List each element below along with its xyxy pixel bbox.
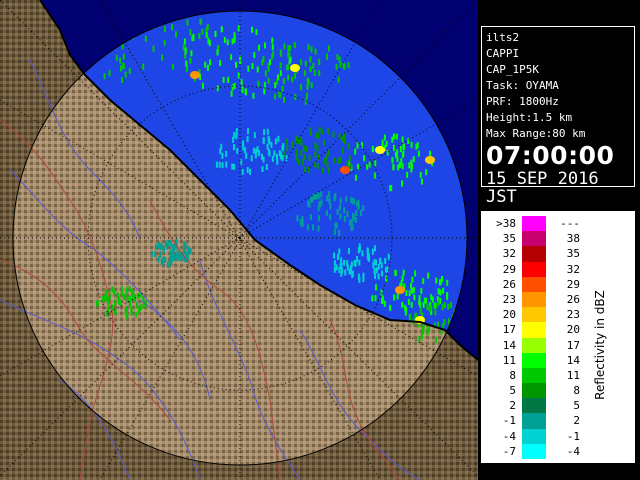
legend-swatch [522, 352, 546, 368]
legend-swatch [522, 291, 546, 308]
legend-row: 26 29 [482, 276, 602, 292]
legend-lower-bound: 23 [502, 292, 516, 306]
legend-row: 29 32 [482, 261, 602, 277]
legend-lower-bound: 2 [509, 399, 516, 413]
side-panel: ilts2 CAPPI CAP_1P5K Task: OYAMA PRF: 18… [478, 0, 640, 480]
legend-swatch [522, 337, 546, 353]
legend-title: Reflectivity in dBZ [593, 290, 607, 400]
legend-row: 32 35 [482, 246, 602, 262]
legend-swatch [522, 261, 546, 277]
legend-upper-bound: -4 [566, 444, 580, 458]
legend-row: 58 [482, 383, 602, 399]
legend-row: 23 26 [482, 291, 602, 308]
legend-upper-bound: 35 [566, 247, 580, 261]
prf-value: PRF: 1800Hz [486, 95, 559, 108]
legend-swatch [522, 276, 546, 292]
legend-lower-bound: -7 [502, 444, 516, 458]
legend-lower-bound: 20 [502, 308, 516, 322]
legend-row: 17 20 [482, 322, 602, 338]
radar-name: ilts2 [486, 31, 520, 44]
legend-row: 25 [482, 398, 602, 414]
task-name: Task: OYAMA [486, 79, 559, 92]
legend-upper-bound: 23 [566, 308, 580, 322]
height-value: Height:1.5 km [486, 111, 573, 124]
legend-upper-bound: 17 [566, 338, 580, 352]
legend-lower-bound: 11 [502, 353, 516, 367]
legend-swatch [522, 367, 546, 384]
radar-map [0, 0, 478, 480]
legend-row: -1 2 [482, 413, 602, 429]
max-range-value: Max Range:80 km [486, 127, 586, 140]
legend-swatch [522, 383, 546, 399]
legend-row: 14 17 [482, 337, 602, 353]
legend-upper-bound: 26 [566, 292, 580, 306]
legend-lower-bound: 8 [509, 368, 516, 382]
legend-swatch [522, 443, 546, 459]
legend-lower-bound: -1 [502, 414, 516, 428]
legend-row: 8 11 [482, 367, 602, 384]
observation-time: 07:00:00 [486, 141, 615, 170]
legend-swatch [522, 413, 546, 429]
legend-swatch [522, 428, 546, 444]
legend-upper-bound: 5 [573, 399, 580, 413]
legend-upper-bound: 8 [573, 384, 580, 398]
legend-swatch [522, 246, 546, 262]
legend-lower-bound: 17 [502, 323, 516, 337]
legend-upper-bound: 14 [566, 353, 580, 367]
legend-rows: >38 --- 35 38 32 35 29 32 26 29 23 26 20 23 17 20 14 17 11… [482, 216, 602, 459]
legend-lower-bound: 32 [502, 247, 516, 261]
legend-upper-bound: 20 [566, 323, 580, 337]
legend-row: 35 38 [482, 231, 602, 247]
legend-row: >38 --- [482, 216, 602, 232]
legend-swatch [522, 216, 546, 232]
legend-lower-bound: 5 [509, 384, 516, 398]
legend-lower-bound: 35 [502, 232, 516, 246]
legend-swatch [522, 398, 546, 414]
legend-box: >38 --- 35 38 32 35 29 32 26 29 23 26 20 23 17 20 14 17 11… [481, 211, 635, 463]
legend-lower-bound: 29 [502, 262, 516, 276]
legend-row: 11 14 [482, 352, 602, 368]
observation-date: 15 SEP 2016 JST [486, 169, 599, 207]
legend-swatch [522, 307, 546, 323]
legend-row: -7 -4 [482, 443, 602, 459]
legend-lower-bound: >38 [496, 217, 516, 230]
legend-row: 20 23 [482, 307, 602, 323]
product-type: CAPPI [486, 47, 520, 60]
legend-upper-bound: 11 [566, 368, 580, 382]
legend-swatch [522, 231, 546, 247]
legend-lower-bound: 26 [502, 277, 516, 291]
legend-upper-bound: 29 [566, 277, 580, 291]
legend-lower-bound: -4 [502, 429, 516, 443]
legend-upper-bound: 38 [566, 232, 580, 246]
legend-lower-bound: 14 [502, 338, 516, 352]
legend-upper-bound: -1 [566, 429, 580, 443]
legend-upper-bound: 32 [566, 262, 580, 276]
legend-upper-bound: --- [560, 217, 580, 230]
product-name: CAP_1P5K [486, 63, 539, 76]
legend-swatch [522, 322, 546, 338]
info-box: ilts2 CAPPI CAP_1P5K Task: OYAMA PRF: 18… [481, 26, 635, 206]
legend-row: -4 -1 [482, 428, 602, 444]
legend-upper-bound: 2 [573, 414, 580, 428]
